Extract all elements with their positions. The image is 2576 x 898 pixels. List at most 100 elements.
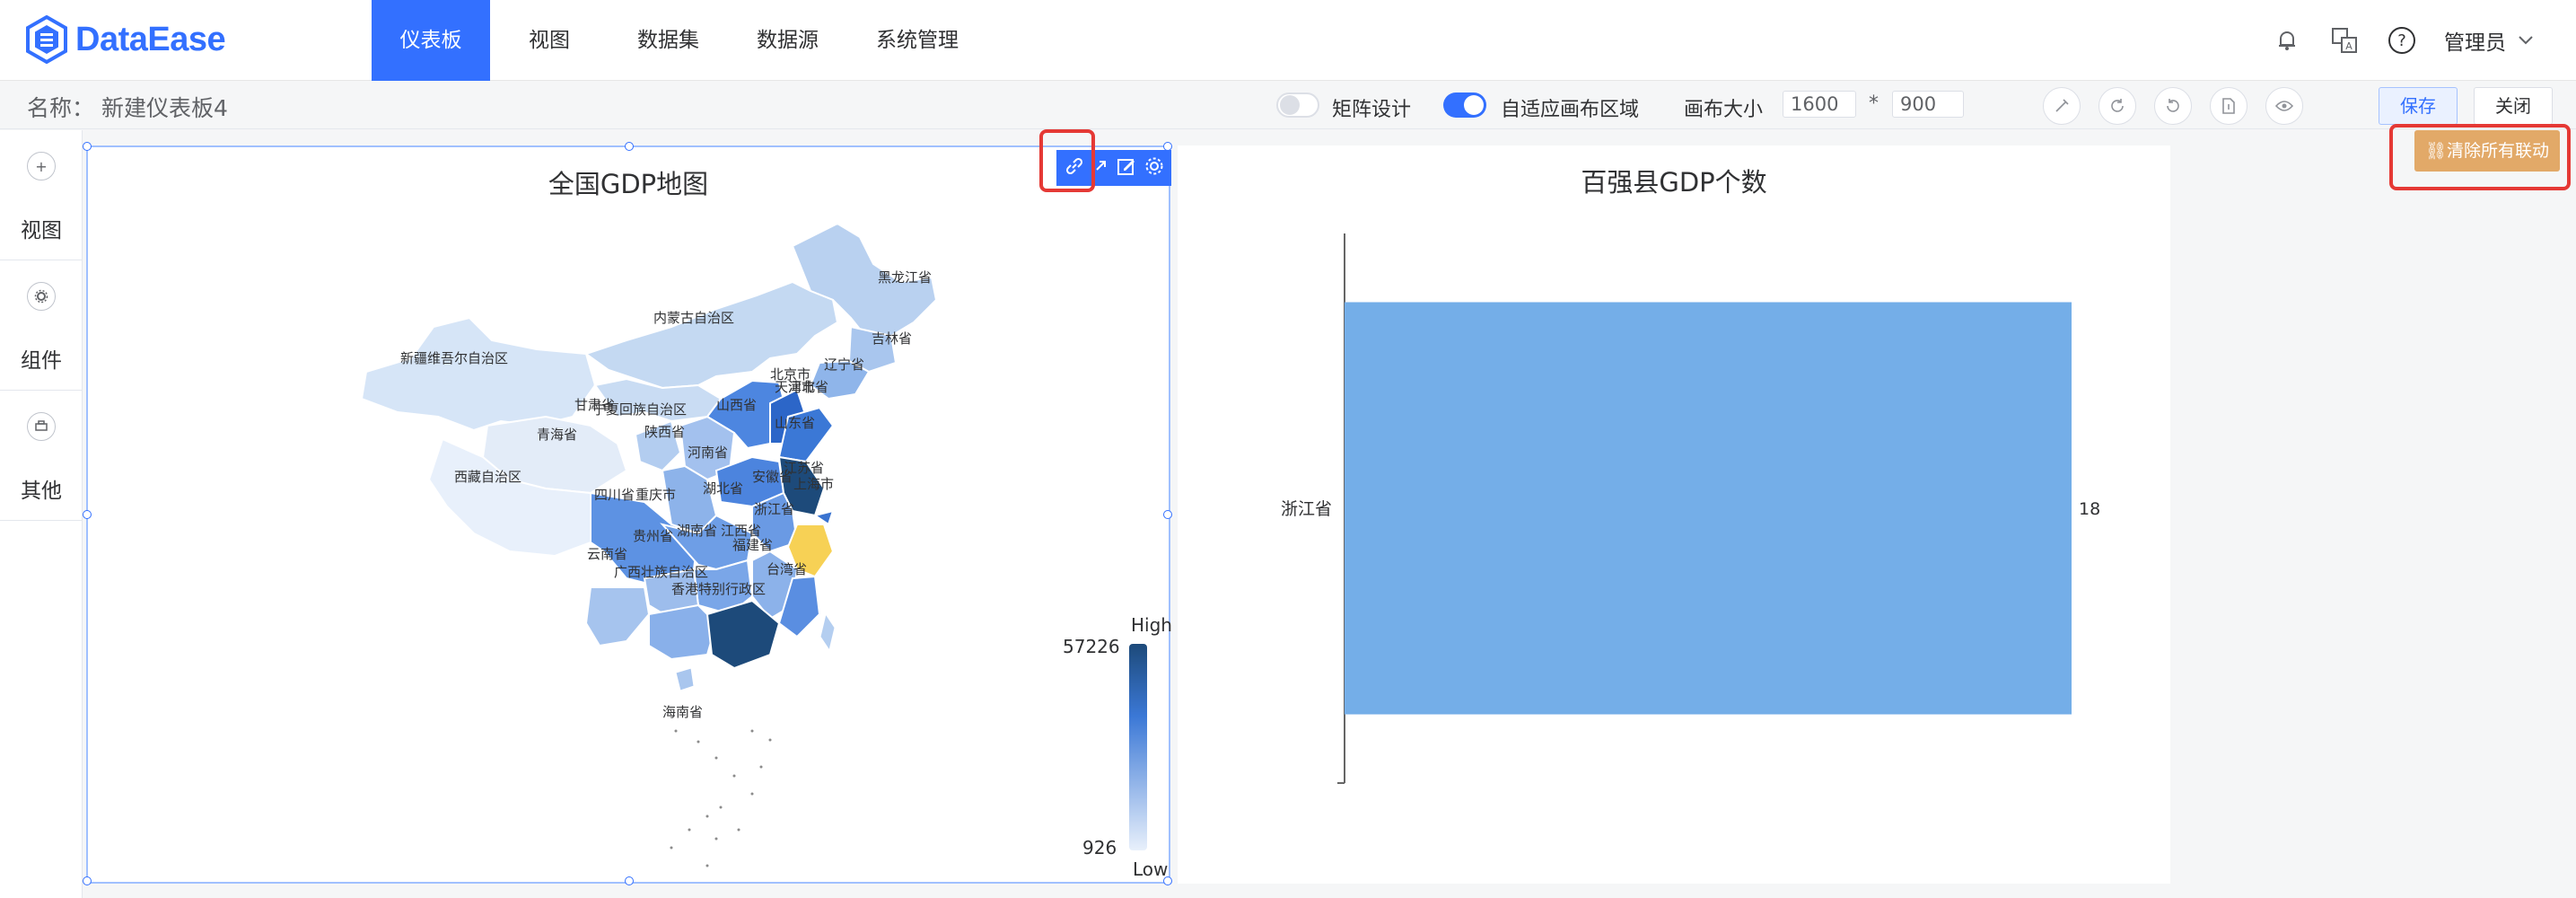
- refresh-icon[interactable]: [2098, 87, 2136, 125]
- top-nav-bar: DataEase 仪表板 视图 数据集 数据源 系统管理 A ? 管理员: [0, 0, 2576, 81]
- print-icon: [27, 412, 56, 441]
- map-label: 上海市: [793, 476, 834, 492]
- legend-gradient: [1129, 644, 1147, 850]
- map-label: 河南省: [688, 445, 728, 461]
- export-file-icon[interactable]: [2210, 87, 2247, 125]
- map-label: 贵州省: [633, 528, 673, 544]
- highlight-linkage-icon: [1039, 129, 1095, 192]
- map-label: 香港特别行政区: [671, 581, 766, 597]
- user-menu[interactable]: 管理员: [2444, 25, 2533, 56]
- matrix-design-toggle[interactable]: [1276, 92, 1319, 118]
- region-xinjiang[interactable]: [360, 316, 597, 432]
- map-label: 浙江省: [754, 501, 794, 517]
- map-label: 山西省: [716, 397, 757, 413]
- svg-text:A: A: [2345, 40, 2353, 52]
- region-hainan[interactable]: [675, 667, 695, 691]
- resize-handle[interactable]: [1163, 510, 1172, 519]
- china-map: 黑龙江省 内蒙古自治区 吉林省 辽宁省 新疆维吾尔自治区 北京市 天津市 河北省…: [360, 222, 1147, 867]
- toggle-knob: [1280, 95, 1300, 115]
- plus-circle-icon: +: [27, 152, 56, 180]
- nav-system-admin[interactable]: 系统管理: [847, 0, 987, 81]
- nav-datasources[interactable]: 数据源: [728, 0, 847, 81]
- legend-min-value: 926: [1082, 837, 1117, 858]
- preview-eye-icon[interactable]: [2265, 87, 2303, 125]
- size-separator: *: [1869, 92, 1879, 115]
- save-button[interactable]: 保存: [2379, 87, 2458, 125]
- sidebar-item-other[interactable]: 其他: [0, 391, 83, 521]
- nav-views[interactable]: 视图: [490, 0, 609, 81]
- brush-icon[interactable]: [2043, 87, 2081, 125]
- resize-handle[interactable]: [83, 510, 92, 519]
- region-yunnan[interactable]: [584, 586, 651, 647]
- dashboard-canvas: 全国GDP地图 黑龙江省 内蒙古自治区 吉林省 辽宁省 新疆维吾尔自治区 北京市…: [83, 129, 2174, 889]
- dataease-logo-icon: [26, 15, 67, 64]
- sidebar-item-label: 组件: [21, 349, 62, 373]
- component-sidebar: + 视图 组件 其他: [0, 130, 83, 898]
- map-label: 河北省: [788, 379, 828, 395]
- canvas-height-input[interactable]: 900: [1892, 91, 1964, 118]
- canvas-size-label: 画布大小: [1684, 99, 1764, 121]
- region-guangxi[interactable]: [648, 603, 718, 661]
- canvas-width-input[interactable]: 1600: [1783, 91, 1856, 118]
- legend-max-value: 57226: [1063, 636, 1120, 657]
- resize-handle[interactable]: [625, 142, 634, 151]
- nav-dashboard[interactable]: 仪表板: [372, 0, 490, 81]
- sidebar-item-component[interactable]: 组件: [0, 260, 83, 391]
- resize-handle[interactable]: [1163, 142, 1172, 151]
- map-label: 海南省: [662, 704, 703, 720]
- dashboard-toolbar: 名称： 新建仪表板4 矩阵设计 自适应画布区域 画布大小 1600 * 900 …: [0, 82, 2576, 129]
- map-label: 西藏自治区: [454, 469, 521, 485]
- map-label: 吉林省: [872, 330, 912, 347]
- region-shanghai[interactable]: [812, 509, 835, 526]
- category-label: 浙江省: [1281, 499, 1332, 519]
- south-sea-islands: [670, 729, 772, 867]
- close-button[interactable]: 关闭: [2474, 87, 2553, 125]
- resize-handle[interactable]: [83, 876, 92, 885]
- sidebar-item-label: 其他: [21, 480, 62, 503]
- autofit-label: 自适应画布区域: [1501, 99, 1640, 121]
- logo-text: DataEase: [75, 20, 226, 58]
- sidebar-item-view[interactable]: + 视图: [0, 130, 83, 260]
- language-switch-icon[interactable]: A: [2329, 25, 2360, 56]
- map-label: 湖北省: [703, 480, 743, 497]
- map-label: 山东省: [775, 415, 815, 431]
- map-label: 四川省: [594, 487, 635, 503]
- legend-low-label: Low: [1133, 858, 1169, 880]
- county-gdp-bar-panel[interactable]: 百强县GDP个数 浙江省 18: [1178, 145, 2170, 884]
- map-label: 重庆市: [635, 487, 676, 503]
- map-label: 内蒙古自治区: [653, 310, 734, 326]
- main-nav: 仪表板 视图 数据集 数据源 系统管理: [372, 0, 987, 81]
- bar-series: 浙江省 18: [1281, 302, 2100, 715]
- settings-gear-icon[interactable]: [1144, 156, 1164, 180]
- resize-handle[interactable]: [1163, 876, 1172, 885]
- top-right-tools: A ? 管理员: [2272, 0, 2533, 81]
- resize-handle[interactable]: [625, 876, 634, 885]
- gdp-map-panel[interactable]: 全国GDP地图 黑龙江省 内蒙古自治区 吉林省 辽宁省 新疆维吾尔自治区 北京市…: [83, 142, 1172, 885]
- dashboard-name-label: 名称：: [27, 95, 95, 121]
- autofit-toggle[interactable]: [1443, 92, 1486, 118]
- map-label: 辽宁省: [824, 357, 864, 373]
- map-label: 台湾省: [767, 561, 807, 577]
- map-label: 福建省: [732, 537, 773, 553]
- resize-handle[interactable]: [83, 142, 92, 151]
- legend-high-label: High: [1131, 614, 1172, 636]
- notification-bell-icon[interactable]: [2272, 25, 2302, 56]
- highlight-clear-linkage: [2389, 124, 2571, 190]
- edit-icon[interactable]: [1117, 156, 1136, 180]
- sidebar-item-label: 视图: [21, 219, 62, 242]
- bar-0[interactable]: [1345, 302, 2072, 715]
- help-icon[interactable]: ?: [2387, 25, 2417, 56]
- map-label: 黑龙江省: [878, 269, 932, 286]
- toggle-knob: [1464, 95, 1484, 115]
- region-taiwan[interactable]: [819, 612, 836, 652]
- undo-icon[interactable]: [2154, 87, 2192, 125]
- map-label: 新疆维吾尔自治区: [400, 350, 508, 366]
- chevron-down-icon: [2519, 36, 2533, 45]
- map-label: 陕西省: [644, 424, 685, 440]
- nav-datasets[interactable]: 数据集: [609, 0, 728, 81]
- dashboard-name[interactable]: 新建仪表板4: [101, 91, 228, 123]
- svg-text:?: ?: [2397, 31, 2406, 50]
- app-logo[interactable]: DataEase: [25, 14, 226, 65]
- map-label: 宁夏回族自治区: [592, 401, 687, 418]
- map-label: 广西壮族自治区: [614, 564, 708, 580]
